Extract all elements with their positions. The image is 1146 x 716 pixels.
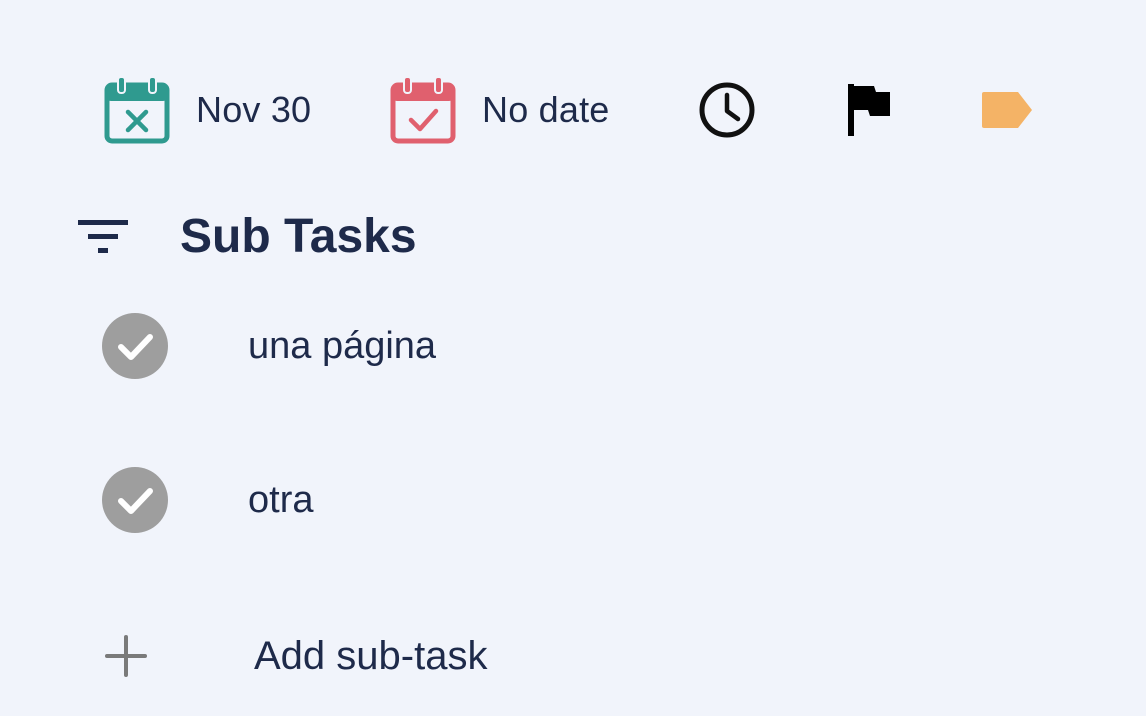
subtask-label: una página bbox=[248, 324, 437, 367]
task-toolbar: Nov 30 No date bbox=[0, 60, 1146, 160]
plus-icon bbox=[105, 635, 147, 677]
reminder-button[interactable] bbox=[698, 60, 756, 160]
due-date-label: No date bbox=[482, 89, 610, 130]
add-subtask-label: Add sub-task bbox=[254, 633, 488, 678]
flag-icon bbox=[848, 84, 890, 136]
list-item[interactable]: una página bbox=[100, 306, 436, 386]
subtask-label: otra bbox=[248, 478, 314, 521]
priority-button[interactable] bbox=[846, 60, 894, 160]
subtasks-header: Sub Tasks bbox=[76, 196, 417, 276]
tag-icon bbox=[982, 92, 1032, 128]
completed-check-icon[interactable] bbox=[100, 465, 170, 535]
tag-button[interactable] bbox=[980, 60, 1036, 160]
calendar-x-icon bbox=[104, 76, 170, 144]
calendar-check-icon bbox=[390, 76, 456, 144]
filter-icon[interactable] bbox=[76, 216, 130, 256]
list-item[interactable]: otra bbox=[100, 460, 313, 540]
start-date-label: Nov 30 bbox=[196, 89, 312, 130]
start-date-button[interactable]: Nov 30 bbox=[104, 60, 311, 160]
completed-check-icon[interactable] bbox=[100, 311, 170, 381]
add-subtask-button[interactable]: Add sub-task bbox=[104, 616, 487, 696]
clock-icon bbox=[699, 82, 755, 138]
subtasks-title: Sub Tasks bbox=[180, 209, 417, 263]
due-date-button[interactable]: No date bbox=[390, 60, 610, 160]
